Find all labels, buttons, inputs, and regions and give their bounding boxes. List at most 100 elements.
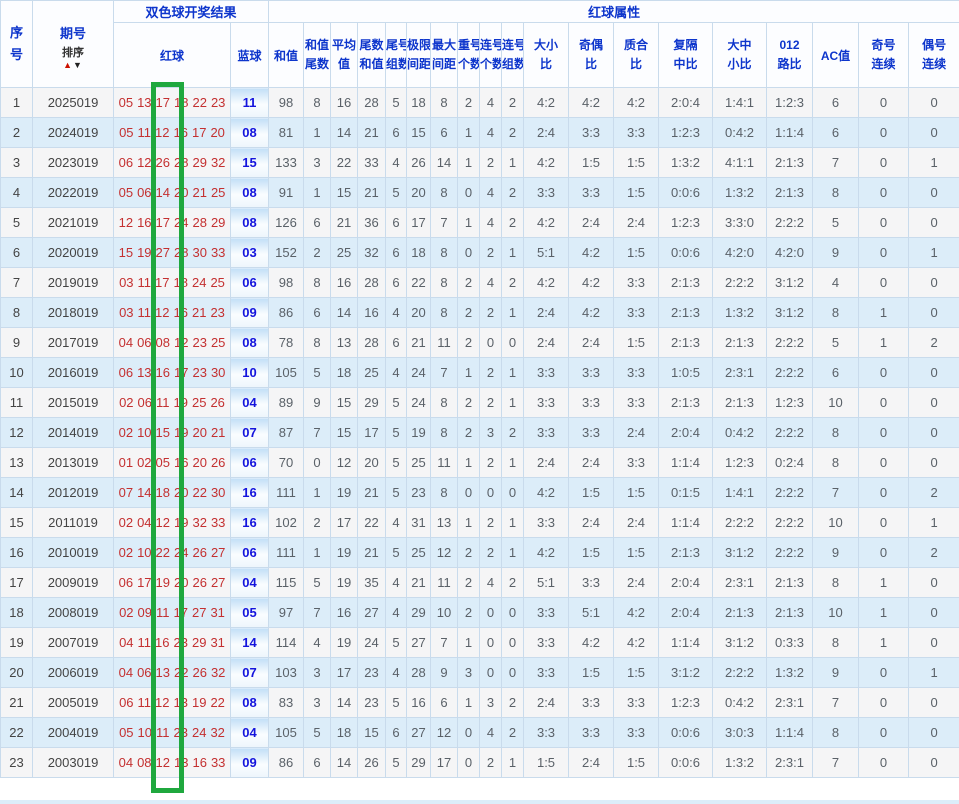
cell-even-run: 2 [908,327,959,358]
blue-ball-cell: 06 [229,537,270,568]
red-ball: 18 [173,275,188,290]
red-ball: 12 [155,305,170,320]
col-header-odd-run: 奇号 连续 [858,22,910,88]
cell-consecutive-groups: 2 [501,177,525,208]
cell-odd-even-ratio: 3:3 [568,567,615,598]
red-balls-group: 15 19 27 28 30 33 [115,239,230,267]
red-balls-cell: 05 06 14 20 21 25 [113,177,231,208]
sort-asc-icon[interactable]: ▲ [63,60,73,70]
cell-odd-even-ratio: 2:4 [568,447,615,478]
cell-prime-composite-ratio: 3:3 [613,687,660,718]
cell-tail-sum: 25 [357,357,387,388]
cell-tail-groups: 5 [385,627,408,658]
red-balls-cell: 04 06 08 12 23 25 [113,327,231,358]
table-row: 13 2013019 01 02 05 16 20 26 06 70 0 12 20 5 25 11 1 2 1 2:… [0,447,959,478]
col-header-ac-value: AC值 [812,22,860,88]
red-ball: 31 [210,635,225,650]
cell-da-zhong-xiao-ratio: 0:4:2 [712,417,768,448]
cell-da-zhong-xiao-ratio: 0:4:2 [712,117,768,148]
cell-odd-run: 0 [858,87,910,118]
cell-average: 18 [330,717,359,748]
cell-tail-groups: 4 [385,147,408,178]
row-seq: 21 [0,687,33,718]
cell-repeat-count: 2 [457,87,481,118]
red-ball: 11 [137,275,152,290]
blue-ball-cell: 11 [229,87,270,118]
red-ball: 22 [192,95,207,110]
cell-average: 14 [330,297,359,328]
red-ball: 14 [155,185,170,200]
cell-ac-value: 6 [812,87,860,118]
cell-odd-run: 0 [858,117,910,148]
cell-route-012-ratio: 2:3:1 [766,747,814,778]
cell-even-run: 0 [908,267,959,298]
cell-repeat-count: 0 [457,717,481,748]
cell-route-012-ratio: 2:1:3 [766,147,814,178]
cell-consecutive-count: 4 [479,717,503,748]
red-ball: 23 [210,305,225,320]
row-seq: 10 [0,357,33,388]
cell-tail-sum: 16 [357,297,387,328]
red-ball: 21 [210,425,226,440]
cell-da-zhong-xiao-ratio: 2:1:3 [712,597,768,628]
cell-repeat-count: 0 [457,747,481,778]
col-header-repeat-count: 重号个数 [457,22,481,88]
blue-ball-cell: 04 [229,717,270,748]
cell-sum: 98 [268,267,305,298]
cell-average: 12 [330,447,359,478]
cell-odd-run: 0 [858,687,910,718]
cell-sum: 111 [268,477,305,508]
cell-consecutive-count: 2 [479,237,503,268]
red-ball: 03 [119,275,134,290]
cell-even-run: 0 [908,117,959,148]
cell-odd-even-ratio: 1:5 [568,657,615,688]
row-period: 2009019 [32,567,114,598]
cell-tail-sum: 21 [357,537,387,568]
cell-prime-composite-ratio: 1:5 [613,657,660,688]
red-ball: 28 [192,215,207,230]
cell-odd-even-ratio: 2:4 [568,327,615,358]
cell-route-012-ratio: 1:3:2 [766,657,814,688]
col-header-fu-ge-zhong-ratio: 复隔 中比 [658,22,714,88]
red-ball: 21 [192,185,207,200]
cell-limit-gap: 22 [406,267,432,298]
cell-consecutive-groups: 2 [501,87,525,118]
cell-prime-composite-ratio: 3:3 [613,267,660,298]
sort-label[interactable]: 排序 [34,47,113,60]
red-balls-group: 05 10 11 23 24 32 [115,719,230,747]
red-balls-group: 05 06 14 20 21 25 [115,179,230,207]
cell-sum-tail: 6 [303,747,332,778]
cell-tail-sum: 24 [357,627,387,658]
cell-consecutive-count: 2 [479,297,503,328]
red-ball: 17 [155,275,170,290]
red-ball: 11 [137,635,152,650]
cell-big-small-ratio: 4:2 [523,147,570,178]
red-ball: 27 [210,545,226,560]
cell-odd-run: 1 [858,297,910,328]
cell-odd-run: 0 [858,237,910,268]
cell-repeat-count: 1 [457,687,481,718]
red-ball: 02 [118,545,134,560]
cell-da-zhong-xiao-ratio: 2:3:1 [712,567,768,598]
cell-even-run: 0 [908,567,959,598]
red-ball: 04 [118,665,134,680]
sort-desc-icon[interactable]: ▼ [73,60,83,70]
table-row: 6 2020019 15 19 27 28 30 33 03 152 2 25 32 6 18 8 0 2 1 5:1… [0,237,959,268]
cell-da-zhong-xiao-ratio: 1:3:2 [712,297,768,328]
red-ball: 25 [210,185,226,200]
cell-sum-tail: 2 [303,237,332,268]
sort-control[interactable]: 排序 ▲▼ [34,47,113,70]
cell-average: 19 [330,627,359,658]
cell-tail-groups: 6 [385,117,408,148]
red-ball: 32 [192,515,207,530]
cell-max-gap: 9 [430,657,459,688]
cell-prime-composite-ratio: 3:3 [613,717,660,748]
cell-limit-gap: 18 [406,237,432,268]
red-balls-cell: 04 11 16 23 29 31 [113,627,231,658]
red-ball: 13 [137,365,152,380]
table-row: 18 2008019 02 09 11 17 27 31 05 97 7 16 27 4 29 10 2 0 0 3:… [0,597,959,628]
red-balls-cell: 02 10 22 24 26 27 [113,537,231,568]
cell-repeat-count: 1 [457,117,481,148]
cell-fu-ge-zhong-ratio: 0:0:6 [658,717,714,748]
cell-tail-groups: 5 [385,687,408,718]
